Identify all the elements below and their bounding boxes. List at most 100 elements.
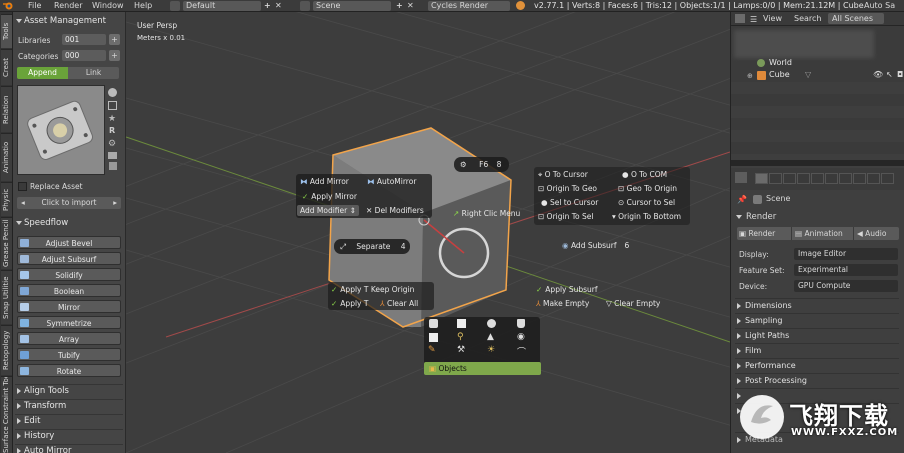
render-engine-selector[interactable]: Cycles Render [428, 1, 510, 11]
render-tab-icon[interactable] [755, 173, 768, 184]
add-subsurf-item[interactable]: ◉ Add Subsurf 6 [562, 240, 629, 251]
dimensions-section[interactable]: Dimensions [735, 298, 899, 312]
tab-snap-utilities[interactable]: Snap Utilitie [1, 270, 12, 324]
expand-icon[interactable]: ⊕ [747, 72, 753, 80]
append-button[interactable]: Append [17, 67, 68, 79]
origin-to-sel-item[interactable]: ⊡ Origin To Sel [538, 211, 593, 222]
o-to-cursor-item[interactable]: ⌖ O To Cursor [538, 169, 588, 180]
layout-selector[interactable]: Default [183, 1, 261, 11]
render-still-button[interactable]: ▣ Render [739, 227, 775, 240]
auto-mirror-header[interactable]: Auto Mirror [15, 444, 123, 453]
material-tab-icon[interactable] [867, 173, 880, 184]
curve-type-icon[interactable]: ⌒ [517, 345, 526, 358]
speedflow-header[interactable]: Speedflow [15, 217, 123, 229]
feature-set-select[interactable]: Experimental [794, 264, 898, 276]
make-empty-item[interactable]: ⅄ Make Empty [536, 298, 589, 309]
categories-add-icon[interactable]: + [109, 50, 120, 61]
performance-section[interactable]: Performance [735, 358, 899, 372]
asset-management-header[interactable]: Asset Management [15, 15, 123, 27]
tab-relations[interactable]: Relation [1, 86, 12, 132]
menu-render[interactable]: Render [54, 1, 82, 11]
texture-tab-icon[interactable] [881, 173, 894, 184]
outliner-menu-icon[interactable]: ☰ [750, 15, 757, 24]
3d-viewport[interactable]: User Persp Meters x 0.01 ⚙ F6 8 ⧓ Add Mi… [126, 12, 730, 453]
render-audio-button[interactable]: ◀ Audio [853, 227, 886, 240]
blender-logo-icon[interactable] [2, 1, 16, 11]
modifiers-tab-icon[interactable] [839, 173, 852, 184]
click-to-import-button[interactable]: ◂ Click to import ▸ [17, 197, 121, 209]
separate-pill[interactable]: ⤢ Separate 4 [334, 239, 410, 254]
render-camera-icon[interactable]: ◘ [897, 70, 903, 79]
libraries-add-icon[interactable]: + [109, 34, 120, 45]
preview-delete-icon[interactable] [109, 162, 117, 170]
properties-editor-icon[interactable] [735, 172, 747, 183]
remove-scene-icon[interactable]: ✕ [407, 1, 414, 11]
eye-type-icon[interactable]: ◉ [517, 332, 525, 342]
select-arrow-icon[interactable]: ↖ [886, 70, 893, 79]
tab-tools[interactable]: Tools [1, 14, 12, 48]
apply-t-item[interactable]: ✓ Apply T [331, 298, 368, 309]
bone-type-icon[interactable]: ⚲ [457, 332, 464, 342]
cube-type-icon[interactable] [429, 319, 438, 328]
f6-pill[interactable]: ⚙ F6 8 [454, 157, 509, 172]
add-layout-icon[interactable]: + [264, 1, 271, 11]
post-processing-section[interactable]: Post Processing [735, 373, 899, 387]
mirror-button[interactable]: Mirror [17, 300, 121, 313]
preview-r-icon[interactable]: R [109, 126, 115, 135]
world-tab-icon[interactable] [797, 173, 810, 184]
transform-header[interactable]: Transform [15, 399, 123, 411]
next-arrow-icon[interactable]: ▸ [113, 197, 117, 209]
outliner-editor-icon[interactable] [735, 14, 745, 23]
sphere-type-icon[interactable] [487, 319, 496, 328]
film-section[interactable]: Film [735, 343, 899, 357]
preview-gear-icon[interactable]: ⚙ [108, 139, 116, 149]
outliner-cube[interactable]: Cube [769, 70, 790, 79]
data-tab-icon[interactable] [853, 173, 866, 184]
scene-icon[interactable] [300, 1, 310, 11]
right-clic-menu-item[interactable]: ↗ Right Clic Menu [453, 208, 520, 219]
boolean-button[interactable]: Boolean [17, 284, 121, 297]
del-modifiers-item[interactable]: ✕ Del Modifiers [366, 205, 424, 216]
edit-header[interactable]: Edit [15, 414, 123, 426]
rotate-button[interactable]: Rotate [17, 364, 121, 377]
tab-grease-pencil[interactable]: Grease Pencil [1, 217, 12, 269]
tab-surface-constraint[interactable]: Surface Constraint Tool [1, 376, 12, 453]
preview-folder-icon[interactable] [108, 152, 117, 159]
prev-arrow-icon[interactable]: ◂ [21, 197, 25, 209]
tab-physics[interactable]: Physic [1, 182, 12, 216]
render-panel-header[interactable]: Render [734, 210, 902, 224]
sel-to-cursor-item[interactable]: ● Sel to Cursor [541, 197, 598, 208]
outliner-world[interactable]: World [769, 58, 792, 67]
outliner-tab-search[interactable]: Search [794, 14, 821, 23]
preview-refresh-icon[interactable] [108, 88, 117, 97]
world-icon[interactable] [757, 59, 765, 67]
tab-animation[interactable]: Animatio [1, 133, 12, 181]
objects-button[interactable]: ▣ Objects [424, 362, 541, 375]
replace-asset-checkbox[interactable] [18, 182, 27, 191]
all-scenes-select[interactable]: All Scenes [828, 13, 884, 24]
render-layers-tab-icon[interactable] [769, 173, 782, 184]
preview-star-icon[interactable]: ★ [108, 114, 116, 124]
solidify-button[interactable]: Solidify [17, 268, 121, 281]
cylinder-type-icon[interactable] [517, 319, 525, 328]
adjust-bevel-button[interactable]: Adjust Bevel [17, 236, 121, 249]
tubify-button[interactable]: Tubify [17, 348, 121, 361]
menu-window[interactable]: Window [92, 1, 124, 11]
sampling-section[interactable]: Sampling [735, 313, 899, 327]
display-select[interactable]: Image Editor [794, 248, 898, 260]
apply-t-keep-origin-item[interactable]: ✓ Apply T Keep Origin [331, 284, 414, 295]
origin-to-bottom-item[interactable]: ▾ Origin To Bottom [612, 211, 681, 222]
cursor-to-sel-item[interactable]: ⊙ Cursor to Sel [618, 197, 675, 208]
armature-type-icon[interactable]: ⚒ [457, 345, 465, 355]
object-tab-icon[interactable] [811, 173, 824, 184]
clear-all-item[interactable]: ⅄ Clear All [380, 298, 418, 309]
asset-preview[interactable] [17, 85, 105, 175]
libraries-select[interactable]: 001 [62, 34, 106, 45]
remove-layout-icon[interactable]: ✕ [275, 1, 282, 11]
categories-select[interactable]: 000 [62, 50, 106, 61]
tab-create[interactable]: Creat [1, 49, 12, 85]
preview-add-icon[interactable] [108, 101, 117, 110]
device-select[interactable]: GPU Compute [794, 280, 898, 292]
cone-type-icon[interactable]: ▲ [487, 332, 494, 342]
scene-selector[interactable]: Scene [313, 1, 391, 11]
